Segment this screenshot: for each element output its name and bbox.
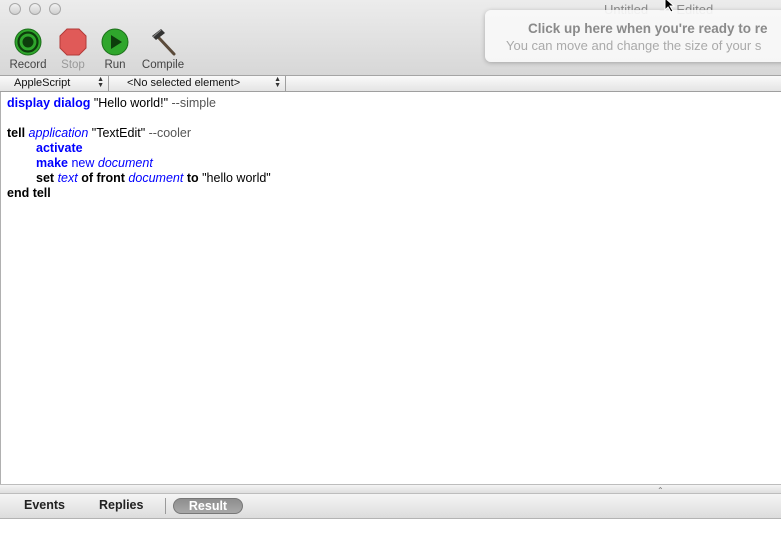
navigation-bar: AppleScript ▲ ▼ <No selected element> ▲ ▼ (0, 76, 781, 92)
language-popup[interactable]: AppleScript ▲ ▼ (0, 76, 109, 91)
compile-label: Compile (141, 59, 185, 71)
pane-splitter[interactable]: ⌃ (0, 484, 781, 495)
code-line: make new document (7, 156, 271, 171)
code-line: end tell (7, 186, 271, 201)
code-token: "hello world" (202, 171, 271, 185)
script-code: display dialog "Hello world!" --simple t… (7, 96, 271, 201)
zoom-window-button[interactable] (49, 3, 61, 15)
code-token: end tell (7, 186, 51, 200)
script-editor-window: Untitled — Edited Record Stop Run (0, 0, 781, 535)
record-label: Record (9, 59, 47, 71)
code-comment: --simple (171, 96, 216, 110)
tip-line-1: Click up here when you're ready to re (528, 21, 768, 36)
language-popup-label: AppleScript (14, 77, 71, 89)
code-line: display dialog "Hello world!" --simple (7, 96, 271, 111)
code-token: make (36, 156, 68, 170)
code-line: tell application "TextEdit" --cooler (7, 126, 271, 141)
run-button[interactable]: Run (93, 27, 137, 71)
tab-replies[interactable]: Replies (99, 498, 143, 512)
close-window-button[interactable] (9, 3, 21, 15)
toolbar-tip-bubble: Click up here when you're ready to re Yo… (485, 10, 781, 62)
code-token: activate (36, 141, 83, 155)
code-token: document (128, 171, 184, 185)
code-line: activate (7, 141, 271, 156)
run-label: Run (104, 59, 126, 71)
code-token: of front (81, 171, 125, 185)
popup-arrows-icon: ▲ ▼ (97, 76, 104, 89)
code-token: "TextEdit" (91, 126, 146, 140)
run-icon (101, 28, 129, 56)
hammer-icon (152, 29, 176, 56)
result-pane[interactable] (0, 519, 781, 535)
script-editor[interactable]: display dialog "Hello world!" --simple t… (0, 92, 781, 484)
stop-button[interactable]: Stop (51, 27, 95, 71)
stop-label: Stop (61, 59, 85, 71)
record-icon (14, 28, 42, 56)
code-token: "Hello world!" (93, 96, 169, 110)
tab-divider (165, 498, 166, 514)
tab-result[interactable]: Result (173, 498, 243, 514)
element-popup[interactable]: <No selected element> ▲ ▼ (109, 76, 286, 91)
minimize-window-button[interactable] (29, 3, 41, 15)
code-token: text (57, 171, 78, 185)
toolbar: Untitled — Edited Record Stop Run (0, 0, 781, 76)
tab-events[interactable]: Events (24, 498, 65, 512)
code-token: document (97, 156, 153, 170)
stop-icon (59, 28, 87, 56)
compile-button[interactable]: Compile (141, 27, 185, 71)
tip-line-2: You can move and change the size of your… (506, 38, 762, 53)
element-popup-label: <No selected element> (127, 77, 241, 89)
code-line: set text of front document to "hello wor… (7, 171, 271, 186)
code-token: new (71, 156, 95, 170)
code-token: application (28, 126, 89, 140)
popup-arrows-icon: ▲ ▼ (274, 76, 281, 89)
code-comment: --cooler (148, 126, 191, 140)
record-button[interactable]: Record (6, 27, 50, 71)
result-tab-bar: Events Replies Result (0, 494, 781, 519)
code-token: set (36, 171, 55, 185)
code-token: display dialog (7, 96, 91, 110)
code-token: to (186, 171, 199, 185)
code-token: tell (7, 126, 26, 140)
mouse-cursor-icon (664, 0, 676, 12)
